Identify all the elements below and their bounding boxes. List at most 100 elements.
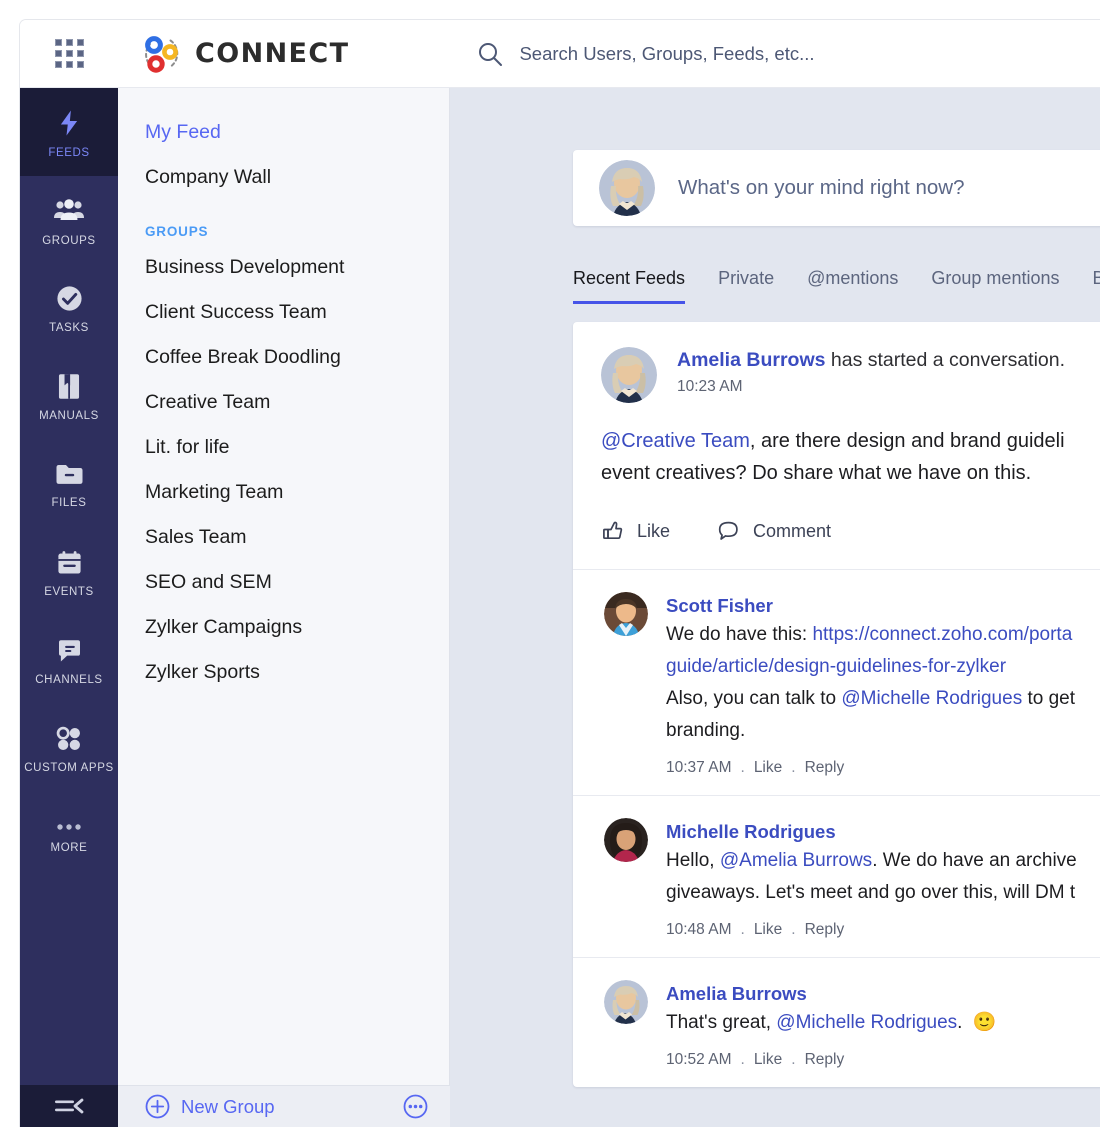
panel-group-marketing-team[interactable]: Marketing Team xyxy=(145,470,449,515)
tab-recent-feeds[interactable]: Recent Feeds xyxy=(573,267,685,304)
tab-group-mentions[interactable]: Group mentions xyxy=(931,267,1059,304)
comment-text-post: . xyxy=(957,1012,962,1033)
tab-private[interactable]: Private xyxy=(718,267,774,304)
comment-mention-michelle-rodrigues[interactable]: @Michelle Rodrigues xyxy=(776,1012,957,1033)
feed-tabs: Recent Feeds Private @mentions Group men… xyxy=(573,260,1100,304)
like-button[interactable]: Like xyxy=(601,519,670,543)
rail-item-files[interactable]: FILES xyxy=(20,440,118,528)
comment-button[interactable]: Comment xyxy=(716,519,831,543)
comment-like-button[interactable]: Like xyxy=(754,759,782,777)
ellipsis-circle-icon xyxy=(403,1094,428,1119)
comment-label: Comment xyxy=(753,521,831,542)
comment-text-line-2: guide/article/design-guidelines-for-zylk… xyxy=(666,651,1075,683)
post-composer[interactable]: What's on your mind right now? xyxy=(573,150,1100,226)
plus-circle-icon xyxy=(145,1094,170,1119)
tab-bookmarks[interactable]: Bookmarks xyxy=(1092,267,1100,304)
panel-group-creative-team[interactable]: Creative Team xyxy=(145,380,449,425)
groups-side-panel: My Feed Company Wall GROUPS Business Dev… xyxy=(118,88,450,1127)
comment-text-pre: Hello, xyxy=(666,850,720,871)
comment-text-line-1: Hello, @Amelia Burrows. We do have an ar… xyxy=(666,845,1077,877)
panel-link-list: My Feed Company Wall GROUPS Business Dev… xyxy=(118,88,449,1085)
panel-group-client-success-team[interactable]: Client Success Team xyxy=(145,290,449,335)
panel-group-sales-team[interactable]: Sales Team xyxy=(145,515,449,560)
people-group-icon xyxy=(53,196,85,226)
comment-text-line-1: That's great, @Michelle Rodrigues. 🙂 xyxy=(666,1007,996,1039)
check-circle-icon xyxy=(55,284,84,313)
panel-group-business-development[interactable]: Business Development xyxy=(145,245,449,290)
connect-app-window: CONNECT FEEDS xyxy=(20,20,1100,1127)
comment-text-pre-3: Also, you can talk to xyxy=(666,688,841,709)
comment-text-pre: That's great, xyxy=(666,1012,776,1033)
post-header: Amelia Burrows has started a conversatio… xyxy=(601,347,1100,403)
comment-reply-button[interactable]: Reply xyxy=(805,921,845,939)
comment-timestamp: 10:48 AM xyxy=(666,921,732,939)
comment-mention-michelle-rodrigues[interactable]: @Michelle Rodrigues xyxy=(841,688,1022,709)
comment-footer: 10:37 AM . Like . Reply xyxy=(666,759,1075,777)
comment-sep: . xyxy=(741,1051,745,1069)
panel-group-zylker-campaigns[interactable]: Zylker Campaigns xyxy=(145,605,449,650)
comment-like-button[interactable]: Like xyxy=(754,1051,782,1069)
post-timestamp: 10:23 AM xyxy=(677,378,1065,396)
rail-item-feeds[interactable]: FEEDS xyxy=(20,88,118,176)
collapse-sidebar-glyph xyxy=(52,1096,86,1116)
rail-item-channels[interactable]: CHANNELS xyxy=(20,616,118,704)
search-input[interactable] xyxy=(519,43,1079,65)
panel-link-company-wall[interactable]: Company Wall xyxy=(145,155,449,200)
comment-timestamp: 10:52 AM xyxy=(666,1051,732,1069)
apps-grid-icon[interactable] xyxy=(20,20,118,88)
comment-text-post: . We do have an archive xyxy=(872,850,1077,871)
brand-logo-link[interactable]: CONNECT xyxy=(139,32,349,76)
tab-mentions[interactable]: @mentions xyxy=(807,267,898,304)
rail-item-more[interactable]: MORE xyxy=(20,792,118,880)
search-bar[interactable] xyxy=(477,41,1100,67)
comment-author-michelle-rodrigues[interactable]: Michelle Rodrigues xyxy=(666,819,1077,845)
feed-column: What's on your mind right now? Recent Fe… xyxy=(573,88,1100,1087)
main-feed-area: What's on your mind right now? Recent Fe… xyxy=(450,88,1100,1127)
comment-text-line-4: branding. xyxy=(666,715,1075,747)
comment-sep: . xyxy=(791,759,795,777)
comment-link-url-part-1[interactable]: https://connect.zoho.com/porta xyxy=(812,624,1072,645)
post-body-text-1: , are there design and brand guideli xyxy=(750,430,1065,452)
rail-item-events[interactable]: EVENTS xyxy=(20,528,118,616)
panel-group-seo-and-sem[interactable]: SEO and SEM xyxy=(145,560,449,605)
comment-mention-amelia-burrows[interactable]: @Amelia Burrows xyxy=(720,850,872,871)
panel-section-groups-title: GROUPS xyxy=(145,224,449,239)
comment-like-button[interactable]: Like xyxy=(754,921,782,939)
comment-emoji-smiley: 🙂 xyxy=(972,1012,996,1033)
amelia-burrows-avatar xyxy=(599,160,655,216)
panel-group-coffee-break-doodling[interactable]: Coffee Break Doodling xyxy=(145,335,449,380)
comment-author-scott-fisher[interactable]: Scott Fisher xyxy=(666,593,1075,619)
comment-item: Michelle Rodrigues Hello, @Amelia Burrow… xyxy=(573,795,1100,957)
rail-label-tasks: TASKS xyxy=(49,322,89,336)
comment-sep: . xyxy=(741,759,745,777)
comment-author-amelia-burrows[interactable]: Amelia Burrows xyxy=(666,981,996,1007)
panel-more-options-button[interactable] xyxy=(403,1094,428,1119)
rail-label-channels: CHANNELS xyxy=(35,674,102,688)
collapse-sidebar-icon[interactable] xyxy=(20,1085,118,1127)
panel-group-zylker-sports[interactable]: Zylker Sports xyxy=(145,650,449,695)
post-mention-creative-team[interactable]: @Creative Team xyxy=(601,430,750,452)
new-group-button[interactable]: New Group xyxy=(145,1094,403,1119)
composer-placeholder: What's on your mind right now? xyxy=(678,176,965,200)
comment-text-pre: We do have this: xyxy=(666,624,812,645)
like-label: Like xyxy=(637,521,670,542)
panel-link-my-feed[interactable]: My Feed xyxy=(145,110,449,155)
lightning-bolt-icon xyxy=(54,108,84,138)
brand-name: CONNECT xyxy=(195,38,349,69)
comment-reply-button[interactable]: Reply xyxy=(805,1051,845,1069)
rail-item-tasks[interactable]: TASKS xyxy=(20,264,118,352)
post-author-name[interactable]: Amelia Burrows xyxy=(677,349,825,371)
post-action-text: has started a conversation. xyxy=(825,349,1065,371)
comment-sep: . xyxy=(741,921,745,939)
panel-group-lit-for-life[interactable]: Lit. for life xyxy=(145,425,449,470)
rail-item-manuals[interactable]: MANUALS xyxy=(20,352,118,440)
rail-items-list: FEEDS GROUPS TASKS xyxy=(20,88,118,1127)
post-action-bar: Like Comment xyxy=(601,489,1100,569)
post-meta: Amelia Burrows has started a conversatio… xyxy=(677,347,1065,403)
comment-reply-button[interactable]: Reply xyxy=(805,759,845,777)
comment-link-url-part-2[interactable]: guide/article/design-guidelines-for-zylk… xyxy=(666,656,1006,677)
chat-bubble-icon xyxy=(55,637,84,665)
post-main: Amelia Burrows has started a conversatio… xyxy=(573,322,1100,569)
rail-item-groups[interactable]: GROUPS xyxy=(20,176,118,264)
rail-item-custom-apps[interactable]: CUSTOM APPS xyxy=(20,704,118,792)
